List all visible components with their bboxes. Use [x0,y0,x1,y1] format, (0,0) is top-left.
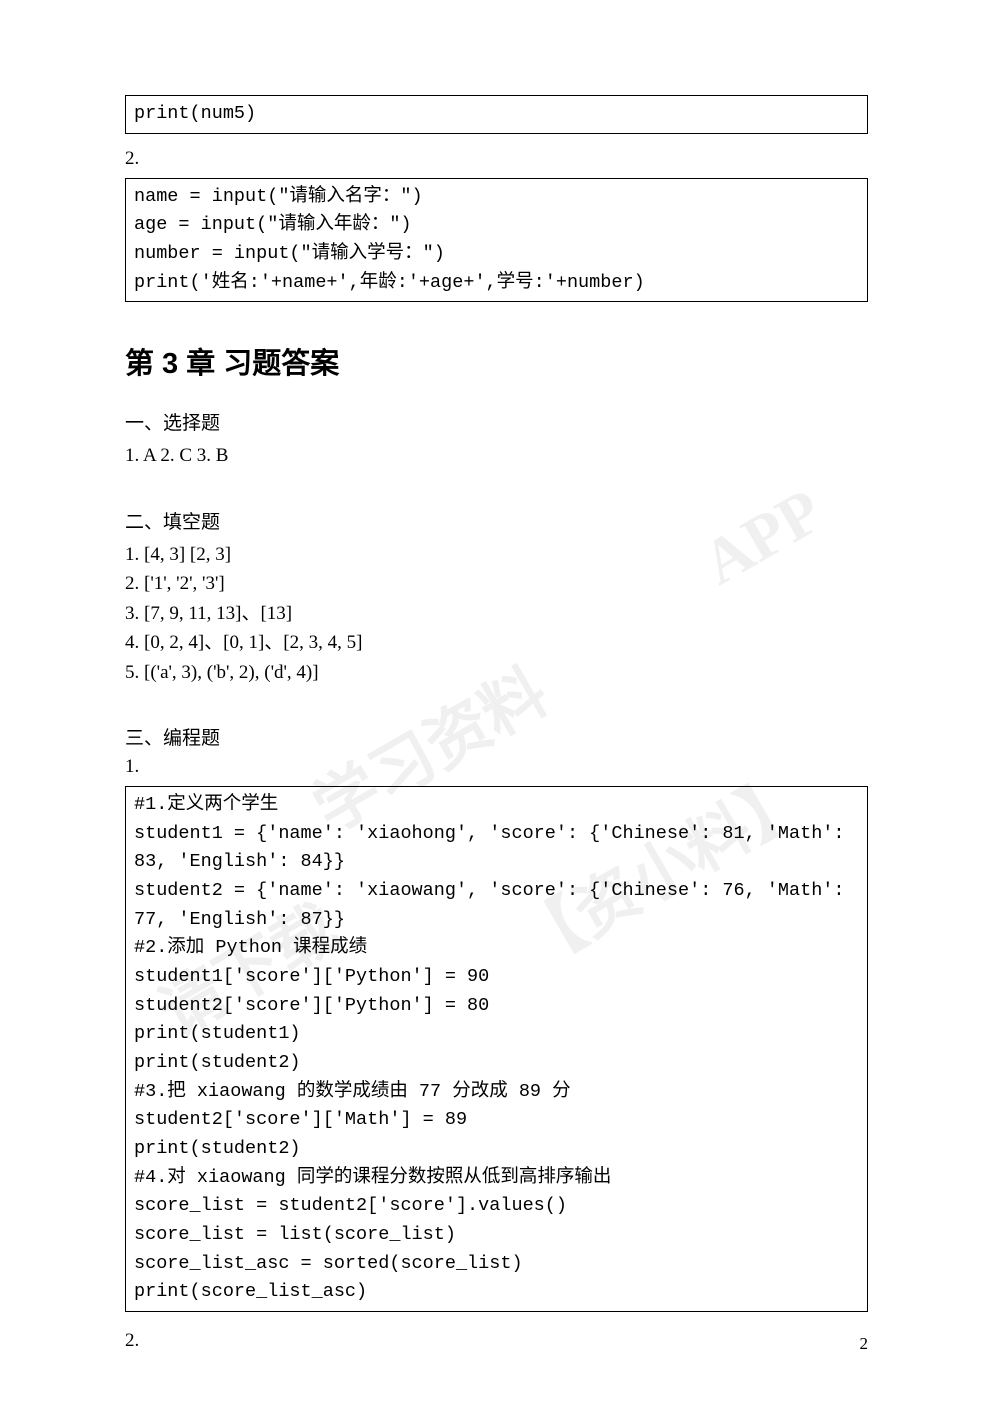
fill-answer-2: 2. ['1', '2', '3'] [125,569,868,598]
code-box-prev: print(num5) [125,95,868,134]
section-multiple-choice: 一、选择题 [125,408,868,435]
fill-answer-3: 3. [7, 9, 11, 13]、[13] [125,599,868,628]
item-number-2: 2. [125,148,868,170]
chapter-3-title: 第 3 章 习题答案 [125,340,868,382]
section-programming: 三、编程题 [125,723,868,750]
mc-answers: 1. A 2. C 3. B [125,441,868,470]
section-fill-blank: 二、填空题 [125,507,868,534]
code-box-input-demo: name = input("请输入名字：") age = input("请输入年… [125,178,868,303]
fill-answer-5: 5. [('a', 3), ('b', 2), ('d', 4)] [125,658,868,687]
prog-item-2: 2. [125,1330,868,1352]
prog-item-1: 1. [125,756,868,778]
fill-answer-1: 1. [4, 3] [2, 3] [125,540,868,569]
page-number: 2 [860,1334,869,1354]
code-box-student-dict: #1.定义两个学生 student1 = {'name': 'xiaohong'… [125,786,868,1312]
document-page: print(num5) 2. name = input("请输入名字：") ag… [0,0,993,1404]
fill-answer-4: 4. [0, 2, 4]、[0, 1]、[2, 3, 4, 5] [125,628,868,657]
